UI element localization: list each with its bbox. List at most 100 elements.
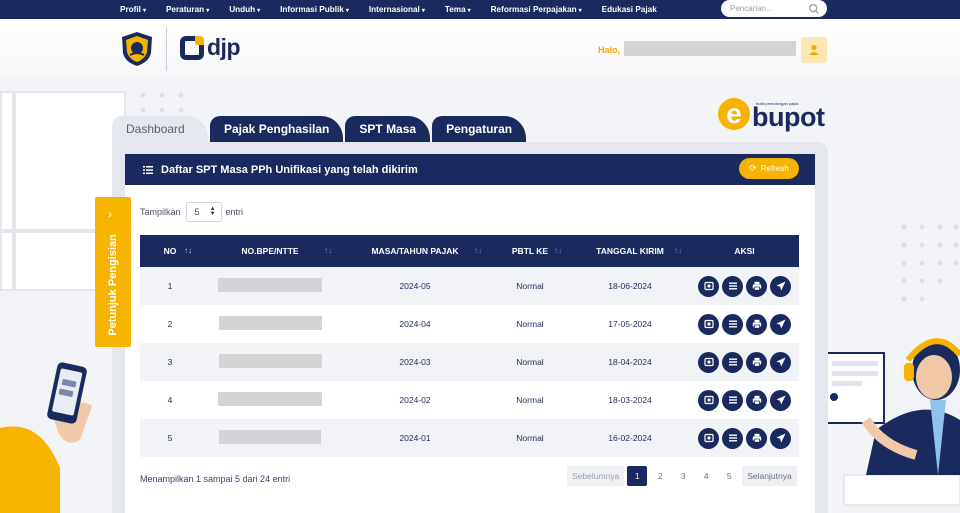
- print-button[interactable]: [746, 389, 767, 411]
- search-icon[interactable]: [807, 2, 821, 16]
- pagination-page-4[interactable]: 4: [696, 466, 716, 486]
- send-button[interactable]: [770, 313, 791, 335]
- tab-pengaturan[interactable]: Pengaturan: [432, 116, 527, 142]
- list-button[interactable]: [722, 389, 743, 411]
- guide-side-tab[interactable]: › Petunjuk Pengisian: [95, 197, 131, 347]
- cell-no-bpe: [200, 343, 340, 381]
- user-icon: [809, 45, 819, 55]
- nav-item-tema[interactable]: Tema ▾: [445, 5, 471, 14]
- customer-service-agent-illustration-icon: [826, 338, 960, 506]
- top-navigation: Profil ▾ Peraturan ▾ Unduh ▾ Informasi Publ…: [0, 0, 960, 19]
- column-header-no[interactable]: NO ↑↓: [140, 235, 200, 267]
- cell-aksi: [690, 381, 799, 419]
- nav-item-internasional[interactable]: Internasional ▾: [369, 5, 425, 14]
- table-row: 5 2024-01 Normal 16-02-2024: [140, 419, 799, 457]
- view-icon: [703, 281, 714, 291]
- greeting-text: Halo,: [598, 45, 621, 55]
- send-button[interactable]: [770, 427, 791, 449]
- column-header-masa[interactable]: MASA/TAHUN PAJAK ↑↓: [340, 235, 490, 267]
- pagination-page-2[interactable]: 2: [650, 466, 670, 486]
- sort-icon: ↑↓: [554, 246, 562, 255]
- nav-item-peraturan[interactable]: Peraturan ▾: [166, 5, 209, 14]
- send-button[interactable]: [770, 389, 791, 411]
- column-header-tanggal[interactable]: TANGGAL KIRIM ↑↓: [570, 235, 690, 267]
- ebupot-logo-text: bupot: [752, 102, 825, 132]
- list-icon: [728, 357, 738, 367]
- page-length-select[interactable]: 5 ▲ ▼: [185, 202, 222, 222]
- print-icon: [752, 433, 762, 443]
- column-header-aksi: AKSI: [734, 246, 755, 256]
- view-button[interactable]: [698, 389, 719, 411]
- sort-icon: ↑↓: [674, 246, 682, 255]
- pagination-page-3[interactable]: 3: [673, 466, 693, 486]
- send-button[interactable]: [770, 351, 791, 373]
- nav-item-informasi-publik[interactable]: Informasi Publik ▾: [280, 5, 349, 14]
- view-button[interactable]: [698, 351, 719, 373]
- tab-spt-masa[interactable]: SPT Masa: [345, 116, 431, 142]
- print-button[interactable]: [746, 275, 767, 297]
- column-header-pbtl[interactable]: PBTL KE ↑↓: [490, 235, 570, 267]
- view-button[interactable]: [698, 427, 719, 449]
- cell-no-bpe: [200, 305, 340, 343]
- refresh-button[interactable]: ⟳ Refresh: [739, 158, 799, 179]
- show-suffix: entri: [225, 207, 244, 217]
- pagination-page-5[interactable]: 5: [719, 466, 739, 486]
- cell-no-bpe: [200, 419, 340, 457]
- list-button[interactable]: [722, 275, 743, 297]
- list-button[interactable]: [722, 313, 743, 335]
- view-button[interactable]: [698, 313, 719, 335]
- refresh-label: Refresh: [760, 164, 789, 173]
- table-row: 3 2024-03 Normal 18-04-2024: [140, 343, 799, 381]
- pagination-next[interactable]: Selanjutnya: [742, 466, 797, 486]
- cell-no-bpe: [200, 267, 340, 305]
- table-row: 2 2024-04 Normal 17-05-2024: [140, 305, 799, 343]
- tab-dashboard[interactable]: Dashboard: [112, 116, 208, 142]
- dots-pattern-icon: [901, 224, 959, 302]
- pagination: Sebelumnya 1 2 3 4 5 Selanjutnya: [567, 466, 800, 486]
- cell-no: 5: [167, 433, 173, 443]
- send-button[interactable]: [770, 275, 791, 297]
- cell-aksi: [690, 305, 799, 343]
- table-info: Menampilkan 1 sampai 5 dari 24 entri: [140, 474, 291, 484]
- row-actions: [690, 427, 799, 449]
- sort-icon: ↑↓: [324, 246, 332, 255]
- nav-item-edukasi-pajak[interactable]: Edukasi Pajak: [602, 5, 657, 14]
- djp-logo[interactable]: djp: [180, 34, 241, 61]
- search-input[interactable]: Pencarian...: [721, 0, 827, 17]
- nav-item-profil[interactable]: Profil ▾: [120, 5, 146, 14]
- site-header: djp Halo,: [0, 19, 960, 79]
- print-button[interactable]: [746, 313, 767, 335]
- chevron-down-icon: ▾: [345, 8, 349, 14]
- cell-tanggal: 18-03-2024: [608, 395, 652, 405]
- cell-masa: 2024-04: [399, 319, 431, 329]
- list-button[interactable]: [722, 351, 743, 373]
- cell-aksi: [690, 343, 799, 381]
- list-button[interactable]: [722, 427, 743, 449]
- tab-pajak-penghasilan[interactable]: Pajak Penghasilan: [210, 116, 344, 142]
- send-icon: [776, 319, 786, 329]
- view-button[interactable]: [698, 275, 719, 297]
- nav-item-unduh[interactable]: Unduh ▾: [229, 5, 260, 14]
- view-icon: [703, 319, 714, 329]
- column-header-no-bpe[interactable]: NO.BPE/NTTE ↑↓: [200, 235, 340, 267]
- user-menu-button[interactable]: [801, 37, 827, 63]
- print-icon: [752, 395, 762, 405]
- ministry-emblem-icon: [122, 32, 152, 66]
- cell-pbtl: Normal: [516, 433, 544, 443]
- bpe-number-redacted: [218, 316, 322, 330]
- print-icon: [752, 281, 762, 291]
- pagination-page-1[interactable]: 1: [627, 466, 648, 486]
- cell-pbtl: Normal: [516, 281, 544, 291]
- chevron-down-icon: ▾: [578, 8, 582, 14]
- cell-no: 3: [167, 357, 173, 367]
- search-placeholder: Pencarian...: [730, 4, 773, 13]
- cell-masa: 2024-03: [399, 357, 431, 367]
- print-button[interactable]: [746, 351, 767, 373]
- nav-item-reformasi-perpajakan[interactable]: Reformasi Perpajakan ▾: [491, 5, 582, 14]
- view-icon: [703, 433, 714, 443]
- phone-hand-illustration-icon: [0, 362, 92, 513]
- show-prefix: Tampilkan: [140, 207, 181, 217]
- print-button[interactable]: [746, 427, 767, 449]
- cell-tanggal: 18-06-2024: [608, 281, 652, 291]
- pagination-previous[interactable]: Sebelumnya: [567, 466, 625, 486]
